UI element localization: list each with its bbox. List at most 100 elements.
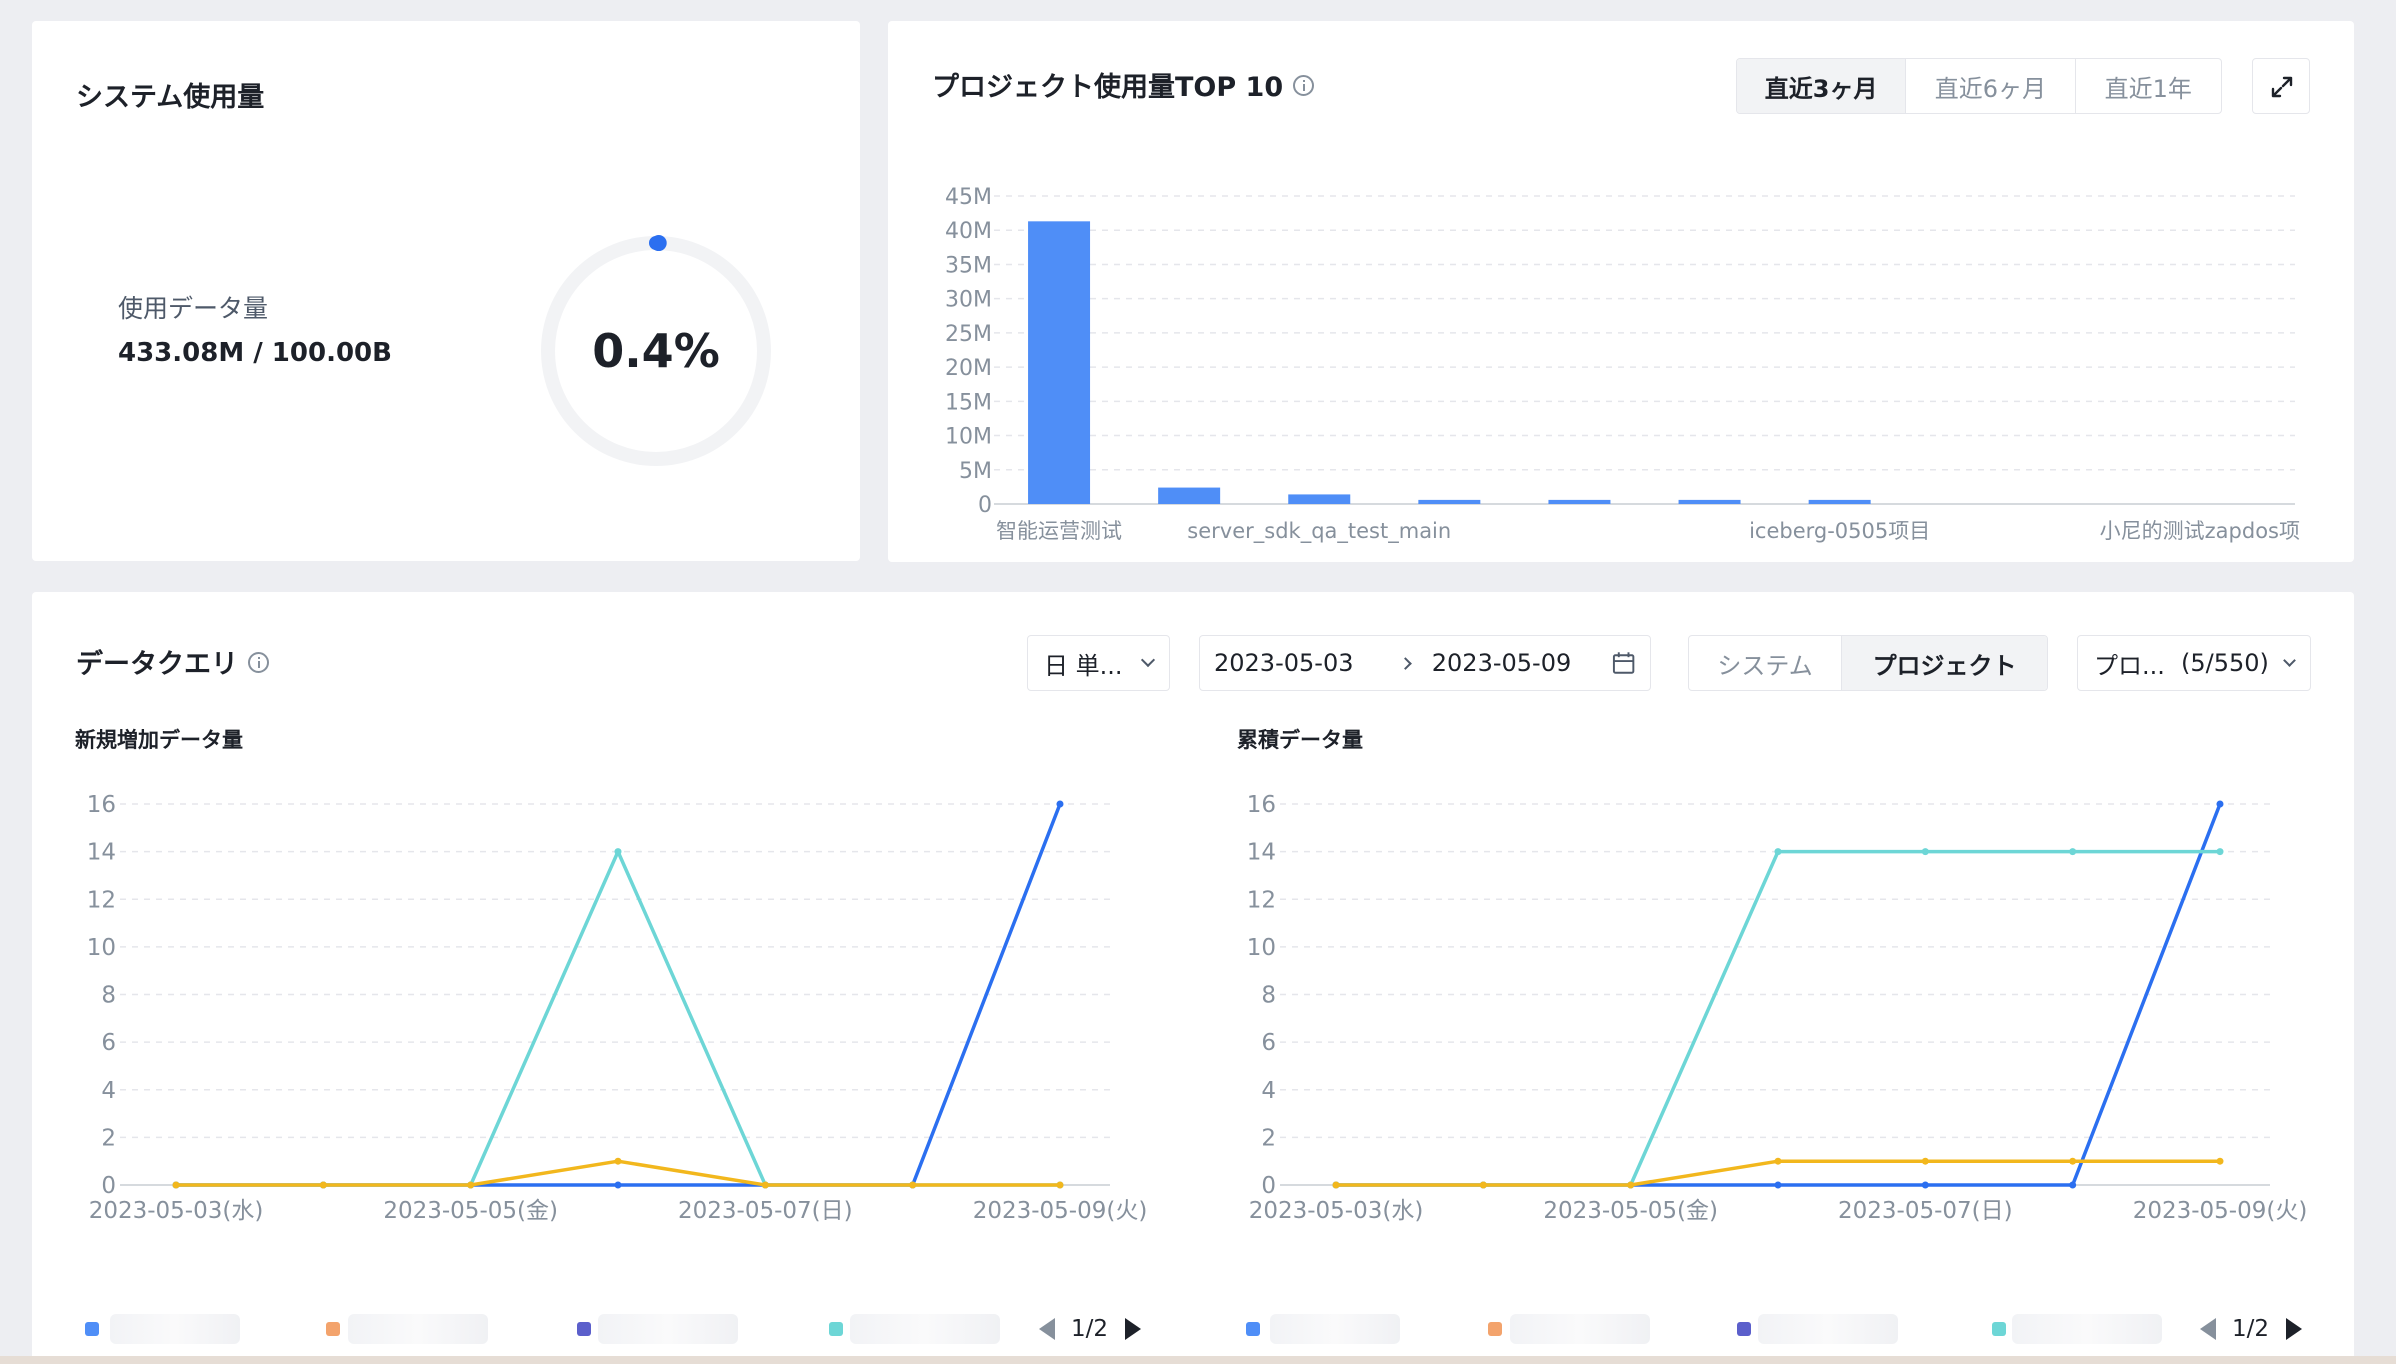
legend-swatch[interactable] <box>1488 1322 1502 1336</box>
info-icon[interactable] <box>1293 75 1315 96</box>
x-tick-label: 2023-05-07(日) <box>678 1198 853 1224</box>
legend-swatch[interactable] <box>1992 1322 2006 1336</box>
data-point <box>2069 848 2077 856</box>
scope-tab-project[interactable]: プロジェクト <box>1842 636 2047 690</box>
top10-card: プロジェクト使用量TOP 10 直近3ヶ月 直近6ヶ月 直近1年 0 5M 10M 1… <box>888 21 2354 562</box>
x-tick-label: 2023-05-05(金) <box>383 1198 558 1224</box>
legend-next-icon[interactable] <box>1125 1318 1141 1340</box>
system-usage-title: システム使用量 <box>76 82 265 113</box>
project-select-value: プロ... <box>2094 651 2165 680</box>
data-point <box>319 1181 327 1189</box>
data-point <box>1774 1157 1782 1165</box>
data-point <box>1056 800 1064 808</box>
data-point <box>1921 848 1929 856</box>
legend-item-redacted[interactable] <box>348 1314 488 1344</box>
data-point <box>1774 1181 1782 1189</box>
date-start[interactable]: 2023-05-03 <box>1214 649 1389 677</box>
expand-icon <box>2271 76 2293 98</box>
legend-swatch[interactable] <box>326 1322 340 1336</box>
data-point <box>2069 1181 2077 1189</box>
y-tick-label: 5M <box>959 459 992 484</box>
top10-title: プロジェクト使用量TOP 10 <box>932 65 1315 104</box>
range-tab-6m[interactable]: 直近6ヶ月 <box>1906 59 2076 113</box>
y-tick-label: 8 <box>1261 983 1276 1009</box>
legend-page-indicator: 1/2 <box>2232 1316 2270 1342</box>
chevron-down-icon <box>1140 652 1156 668</box>
legend-item-redacted[interactable] <box>598 1314 738 1344</box>
legend-prev-icon[interactable] <box>2200 1318 2216 1340</box>
legend-item-redacted[interactable] <box>2012 1314 2162 1344</box>
right-chart-legend: 1/2 <box>1192 1304 2354 1354</box>
series-line <box>1336 1159 2220 1187</box>
scope-tab-system[interactable]: システム <box>1689 636 1843 690</box>
data-point <box>1774 848 1782 856</box>
calendar-icon[interactable] <box>1611 650 1636 676</box>
y-tick-label: 45M <box>945 185 992 210</box>
bar <box>1678 499 1741 504</box>
x-tick-label: 2023-05-03(水) <box>1249 1198 1424 1224</box>
legend-swatch[interactable] <box>829 1322 843 1336</box>
legend-prev-icon[interactable] <box>1039 1318 1055 1340</box>
range-tab-3m[interactable]: 直近3ヶ月 <box>1737 59 1907 113</box>
legend-item-redacted[interactable] <box>1270 1314 1400 1344</box>
info-icon[interactable] <box>248 652 269 673</box>
y-tick-label: 0 <box>101 1173 116 1199</box>
data-point <box>1921 1181 1929 1189</box>
x-tick-label: server_sdk_qa_test_main <box>1187 519 1451 544</box>
y-tick-label: 14 <box>1247 840 1276 866</box>
y-tick-label: 12 <box>1247 887 1276 913</box>
x-tick-label: 2023-05-05(金) <box>1543 1198 1718 1224</box>
y-tick-label: 14 <box>87 840 116 866</box>
data-point <box>909 1181 917 1189</box>
legend-item-redacted[interactable] <box>1510 1314 1650 1344</box>
x-tick-label: 智能运营测试 <box>996 519 1122 543</box>
legend-item-redacted[interactable] <box>850 1314 1000 1344</box>
new-data-chart-title: 新規増加データ量 <box>75 728 243 752</box>
data-query-title: データクエリ <box>76 642 269 681</box>
y-tick-label: 16 <box>1247 792 1276 818</box>
usage-ring-gauge: 0.4% <box>541 235 771 466</box>
date-range-picker[interactable]: 2023-05-03 2023-05-09 <box>1199 635 1651 691</box>
y-tick-label: 2 <box>1261 1125 1276 1151</box>
legend-item-redacted[interactable] <box>1758 1314 1898 1344</box>
project-select[interactable]: プロ... (5/550) <box>2077 635 2311 691</box>
data-point <box>467 1181 475 1189</box>
data-point <box>1479 1181 1487 1189</box>
cumulative-data-line-chart: 0 2 4 6 8 10 12 14 16 2023-05-03(水) 2023-05-05(金) 2… <box>1247 792 2308 1224</box>
scope-segmented-control: システム プロジェクト <box>1688 635 2048 691</box>
x-tick-label: 2023-05-03(水) <box>89 1198 264 1224</box>
x-tick-label: iceberg-0505项目 <box>1749 519 1930 543</box>
project-count: (5/550) <box>2181 649 2269 677</box>
granularity-select[interactable]: 日 単... <box>1027 635 1170 691</box>
cumulative-data-chart-title: 累積データ量 <box>1237 728 1363 752</box>
bar <box>1028 221 1091 504</box>
data-point <box>614 848 622 856</box>
x-tick-label: 小尼的测试zapdos项 <box>2100 519 2300 543</box>
data-query-card: データクエリ 日 単... 2023-05-03 2023-05-09 システム… <box>32 592 2354 1364</box>
legend-next-icon[interactable] <box>2286 1318 2302 1340</box>
y-tick-label: 6 <box>1261 1030 1276 1056</box>
bar <box>1808 499 1871 504</box>
arrow-right-icon <box>1399 656 1412 670</box>
legend-swatch[interactable] <box>85 1322 99 1336</box>
bar <box>1288 494 1351 504</box>
series-line <box>176 849 1060 1187</box>
data-point <box>2069 1157 2077 1165</box>
legend-swatch[interactable] <box>1246 1322 1260 1336</box>
legend-swatch[interactable] <box>577 1322 591 1336</box>
system-usage-card: システム使用量 使用データ量 433.08M / 100.00B 0.4% <box>32 21 860 561</box>
bar <box>1158 487 1221 504</box>
bottom-edge <box>0 1356 2396 1364</box>
fullscreen-button[interactable] <box>2252 58 2310 114</box>
left-chart-legend: 1/2 <box>32 1304 1192 1354</box>
x-tick-label: 2023-05-09(火) <box>2133 1198 2308 1224</box>
data-point <box>2216 1157 2224 1165</box>
date-end[interactable]: 2023-05-09 <box>1432 649 1607 677</box>
data-point <box>2216 848 2224 856</box>
legend-swatch[interactable] <box>1737 1322 1751 1336</box>
bar <box>1418 499 1481 504</box>
y-tick-label: 15M <box>945 390 992 415</box>
legend-item-redacted[interactable] <box>110 1314 240 1344</box>
range-tab-1y[interactable]: 直近1年 <box>2076 59 2221 113</box>
legend-page-indicator: 1/2 <box>1071 1316 1109 1342</box>
